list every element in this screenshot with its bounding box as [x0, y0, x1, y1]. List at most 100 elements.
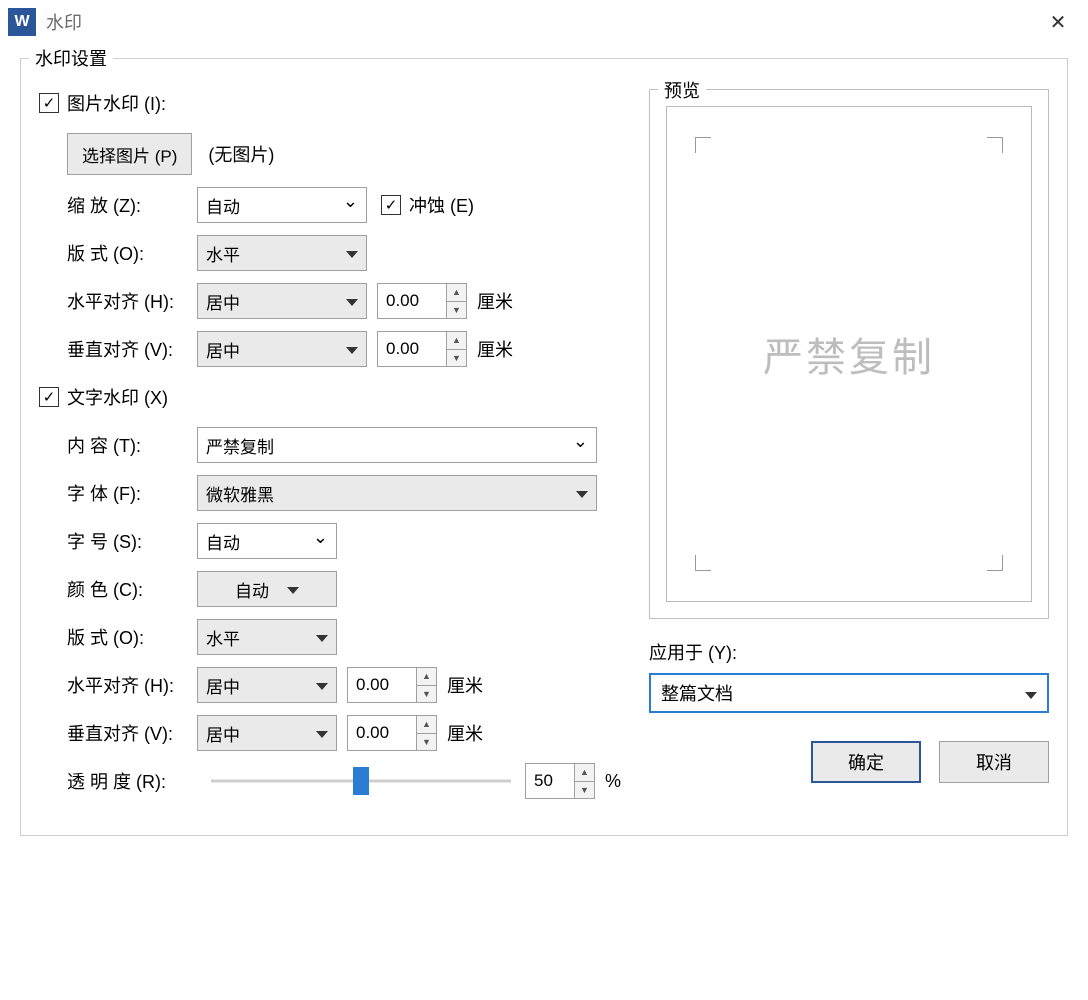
- text-layout-combo[interactable]: 水平: [197, 619, 337, 655]
- spin-down-icon[interactable]: ▼: [447, 350, 466, 367]
- font-label: 字 体 (F):: [67, 480, 197, 506]
- text-watermark-checkbox[interactable]: [39, 387, 59, 407]
- text-valign-unit: 厘米: [447, 720, 483, 746]
- text-valign-offset-value: 0.00: [356, 723, 389, 743]
- size-value: 自动: [206, 529, 240, 554]
- text-valign-label: 垂直对齐 (V):: [67, 720, 197, 746]
- preview-page: 严禁复制: [666, 106, 1032, 602]
- pic-halign-label: 水平对齐 (H):: [67, 288, 197, 314]
- chevron-down-icon: [313, 531, 328, 552]
- crop-mark-icon: [987, 137, 1003, 153]
- settings-group-title: 水印设置: [29, 45, 113, 71]
- preview-group: 预览 严禁复制: [649, 89, 1049, 619]
- size-label: 字 号 (S):: [67, 528, 197, 554]
- crop-mark-icon: [695, 137, 711, 153]
- text-valign-value: 居中: [206, 721, 240, 746]
- text-watermark-label: 文字水印 (X): [67, 384, 168, 410]
- settings-group: 水印设置 图片水印 (I): 选择图片 (P) (无图片) 缩 放 (Z): 自…: [20, 58, 1068, 836]
- font-value: 微软雅黑: [206, 481, 274, 506]
- text-halign-label: 水平对齐 (H):: [67, 672, 197, 698]
- caret-down-icon: [287, 579, 299, 599]
- title-bar: W 水印 ✕: [0, 0, 1088, 44]
- spin-up-icon[interactable]: ▲: [447, 284, 466, 302]
- pic-valign-value: 居中: [206, 337, 240, 362]
- size-combo[interactable]: 自动: [197, 523, 337, 559]
- scale-value: 自动: [206, 193, 240, 218]
- text-halign-offset-value: 0.00: [356, 675, 389, 695]
- color-label: 颜 色 (C):: [67, 576, 197, 602]
- pic-valign-offset-value: 0.00: [386, 339, 419, 359]
- content-label: 内 容 (T):: [67, 432, 197, 458]
- color-value: 自动: [235, 577, 269, 602]
- spin-up-icon[interactable]: ▲: [417, 716, 436, 734]
- spin-down-icon[interactable]: ▼: [417, 686, 436, 703]
- washout-label: 冲蚀 (E): [409, 192, 474, 218]
- color-combo[interactable]: 自动: [197, 571, 337, 607]
- chevron-down-icon: [343, 195, 358, 216]
- app-icon: W: [8, 8, 36, 36]
- spin-down-icon[interactable]: ▼: [575, 782, 594, 799]
- preview-title: 预览: [658, 77, 706, 103]
- close-icon[interactable]: ✕: [1036, 0, 1080, 44]
- content-combo[interactable]: 严禁复制: [197, 427, 597, 463]
- washout-checkbox[interactable]: [381, 195, 401, 215]
- text-halign-value: 居中: [206, 673, 240, 698]
- pic-valign-combo[interactable]: 居中: [197, 331, 367, 367]
- caret-down-icon: [316, 723, 328, 743]
- picture-watermark-label: 图片水印 (I):: [67, 90, 166, 116]
- pic-halign-combo[interactable]: 居中: [197, 283, 367, 319]
- opacity-slider[interactable]: [211, 774, 511, 788]
- text-halign-offset-spinner[interactable]: 0.00 ▲▼: [347, 667, 437, 703]
- pic-valign-offset-spinner[interactable]: 0.00 ▲▼: [377, 331, 467, 367]
- caret-down-icon: [346, 339, 358, 359]
- crop-mark-icon: [987, 555, 1003, 571]
- pic-halign-unit: 厘米: [477, 288, 513, 314]
- text-valign-combo[interactable]: 居中: [197, 715, 337, 751]
- cancel-button[interactable]: 取消: [939, 741, 1049, 783]
- caret-down-icon: [316, 627, 328, 647]
- opacity-label: 透 明 度 (R):: [67, 768, 197, 794]
- spin-down-icon[interactable]: ▼: [417, 734, 436, 751]
- spin-up-icon[interactable]: ▲: [417, 668, 436, 686]
- pic-halign-value: 居中: [206, 289, 240, 314]
- text-halign-unit: 厘米: [447, 672, 483, 698]
- caret-down-icon: [576, 483, 588, 503]
- pic-layout-combo[interactable]: 水平: [197, 235, 367, 271]
- pic-layout-label: 版 式 (O):: [67, 240, 197, 266]
- font-combo[interactable]: 微软雅黑: [197, 475, 597, 511]
- caret-down-icon: [316, 675, 328, 695]
- apply-label: 应用于 (Y):: [649, 639, 1049, 665]
- slider-thumb[interactable]: [353, 767, 369, 795]
- spin-down-icon[interactable]: ▼: [447, 302, 466, 319]
- apply-to-value: 整篇文档: [661, 680, 733, 706]
- spin-up-icon[interactable]: ▲: [447, 332, 466, 350]
- scale-combo[interactable]: 自动: [197, 187, 367, 223]
- text-valign-offset-spinner[interactable]: 0.00 ▲▼: [347, 715, 437, 751]
- pic-valign-label: 垂直对齐 (V):: [67, 336, 197, 362]
- caret-down-icon: [346, 291, 358, 311]
- select-picture-button[interactable]: 选择图片 (P): [67, 133, 192, 175]
- opacity-value: 50: [534, 771, 553, 791]
- chevron-down-icon: [573, 435, 588, 456]
- apply-to-select[interactable]: 整篇文档: [649, 673, 1049, 713]
- window-title: 水印: [46, 9, 82, 35]
- picture-watermark-checkbox[interactable]: [39, 93, 59, 113]
- pic-halign-offset-spinner[interactable]: 0.00 ▲▼: [377, 283, 467, 319]
- opacity-unit: %: [605, 771, 621, 792]
- no-image-text: (无图片): [208, 141, 274, 167]
- content-value: 严禁复制: [206, 433, 274, 458]
- pic-halign-offset-value: 0.00: [386, 291, 419, 311]
- spin-up-icon[interactable]: ▲: [575, 764, 594, 782]
- caret-down-icon: [346, 243, 358, 263]
- pic-layout-value: 水平: [206, 241, 240, 266]
- text-halign-combo[interactable]: 居中: [197, 667, 337, 703]
- pic-valign-unit: 厘米: [477, 336, 513, 362]
- crop-mark-icon: [695, 555, 711, 571]
- opacity-spinner[interactable]: 50 ▲▼: [525, 763, 595, 799]
- ok-button[interactable]: 确定: [811, 741, 921, 783]
- caret-down-icon: [1025, 683, 1037, 704]
- scale-label: 缩 放 (Z):: [67, 192, 197, 218]
- text-layout-label: 版 式 (O):: [67, 624, 197, 650]
- preview-watermark-text: 严禁复制: [763, 325, 935, 383]
- text-layout-value: 水平: [206, 625, 240, 650]
